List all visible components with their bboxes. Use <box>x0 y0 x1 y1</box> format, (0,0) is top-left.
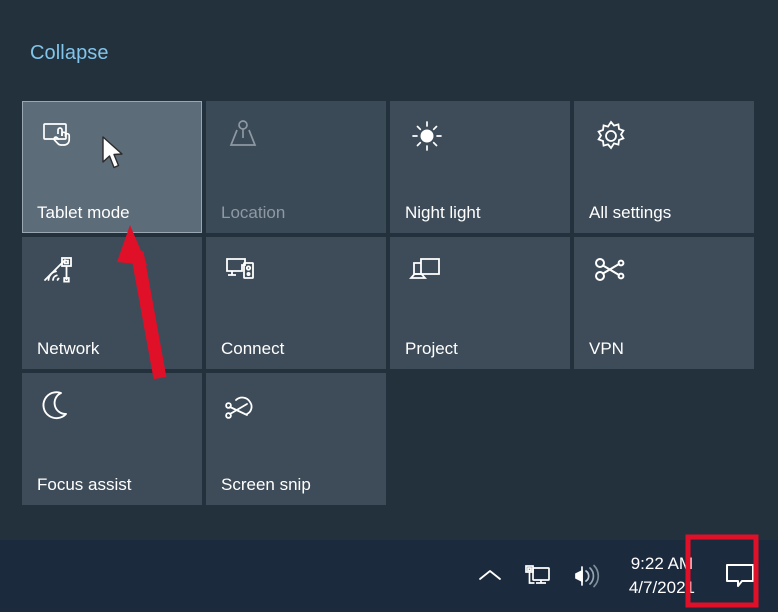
tile-label: Connect <box>221 339 285 359</box>
night-light-icon <box>407 116 447 156</box>
quick-action-tile-grid: Tablet mode Location Night light All set… <box>22 101 756 509</box>
tile-label: VPN <box>589 339 624 359</box>
tile-cell: Network <box>22 237 206 373</box>
tile-cell: Location <box>206 101 390 237</box>
quick-action-tile-screen-snip[interactable]: Screen snip <box>206 373 386 505</box>
vpn-icon <box>591 252 631 292</box>
wifi-icon <box>39 252 79 292</box>
taskbar-clock[interactable]: 9:22 AM 4/7/2021 <box>629 552 695 600</box>
network-icon[interactable] <box>522 563 552 589</box>
tile-label: Focus assist <box>37 475 132 495</box>
quick-action-tile-all-settings[interactable]: All settings <box>574 101 754 233</box>
tile-label: All settings <box>589 203 672 223</box>
quick-action-tile-network[interactable]: Network <box>22 237 202 369</box>
connect-icon <box>223 252 263 292</box>
location-icon <box>223 116 263 156</box>
tile-cell: Tablet mode <box>22 101 206 237</box>
tile-cell: Night light <box>390 101 574 237</box>
collapse-link[interactable]: Collapse <box>30 43 109 63</box>
tablet-mode-icon <box>39 116 79 156</box>
tile-cell: All settings <box>574 101 758 237</box>
quick-action-tile-location[interactable]: Location <box>206 101 386 233</box>
moon-icon <box>39 388 79 428</box>
project-icon <box>407 252 447 292</box>
tile-label: Screen snip <box>221 475 311 495</box>
tile-cell-empty <box>574 373 758 509</box>
volume-icon[interactable] <box>570 563 602 589</box>
show-hidden-icons-chevron-icon[interactable] <box>476 566 504 586</box>
quick-action-tile-night-light[interactable]: Night light <box>390 101 570 233</box>
quick-action-tile-tablet-mode[interactable]: Tablet mode <box>22 101 202 233</box>
quick-action-tile-connect[interactable]: Connect <box>206 237 386 369</box>
tile-label: Tablet mode <box>37 203 130 223</box>
quick-action-tile-project[interactable]: Project <box>390 237 570 369</box>
action-center-button[interactable] <box>709 545 771 607</box>
tile-cell: Connect <box>206 237 390 373</box>
tile-cell-empty <box>390 373 574 509</box>
tile-label: Project <box>405 339 458 359</box>
tile-cell: Project <box>390 237 574 373</box>
gear-icon <box>591 116 631 156</box>
action-center-panel: Collapse Tablet mode Location Night ligh… <box>0 0 778 540</box>
tile-label: Location <box>221 203 286 223</box>
tile-cell: Focus assist <box>22 373 206 509</box>
tile-cell: VPN <box>574 237 758 373</box>
tile-label: Night light <box>405 203 481 223</box>
tile-cell: Screen snip <box>206 373 390 509</box>
quick-action-tile-vpn[interactable]: VPN <box>574 237 754 369</box>
clock-time: 9:22 AM <box>630 553 694 573</box>
taskbar: 9:22 AM 4/7/2021 <box>0 540 778 612</box>
clock-date: 4/7/2021 <box>628 578 695 597</box>
tile-label: Network <box>37 339 100 359</box>
scissors-icon <box>223 388 263 428</box>
quick-action-tile-focus-assist[interactable]: Focus assist <box>22 373 202 505</box>
